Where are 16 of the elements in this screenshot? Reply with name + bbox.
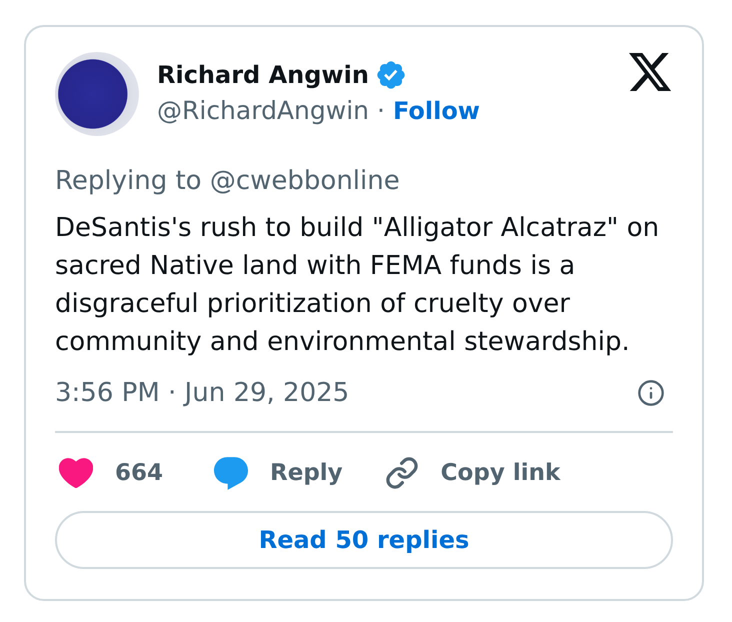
logo-icon[interactable] xyxy=(629,52,671,92)
info-icon[interactable] xyxy=(637,379,665,407)
author-name[interactable]: Richard Angwin xyxy=(157,59,369,91)
reply-button[interactable]: Reply xyxy=(214,456,343,490)
copy-button[interactable]: Copy link xyxy=(384,456,560,490)
follow-link[interactable]: Follow xyxy=(392,95,480,127)
like-button[interactable]: 664 xyxy=(59,458,164,488)
post-timestamp[interactable]: 3:56 PM · Jun 29, 2025 xyxy=(55,379,350,407)
post-text: DeSantis's rush to build "Alligator Alcatraz" on sacred Native land with FEMA funds is a disgraceful prioritization of cruelty over community and environmental stewardship. xyxy=(55,212,660,359)
heart-icon xyxy=(59,458,93,488)
speech-bubble-icon xyxy=(214,456,248,490)
read-replies-button[interactable]: Read 50 replies xyxy=(55,511,673,569)
link-icon xyxy=(384,456,419,490)
author-handle[interactable]: @RichardAngwin xyxy=(157,95,369,127)
separator-dot: · xyxy=(377,95,385,127)
replying-to-text: Replying to @cwebbonline xyxy=(55,167,401,195)
